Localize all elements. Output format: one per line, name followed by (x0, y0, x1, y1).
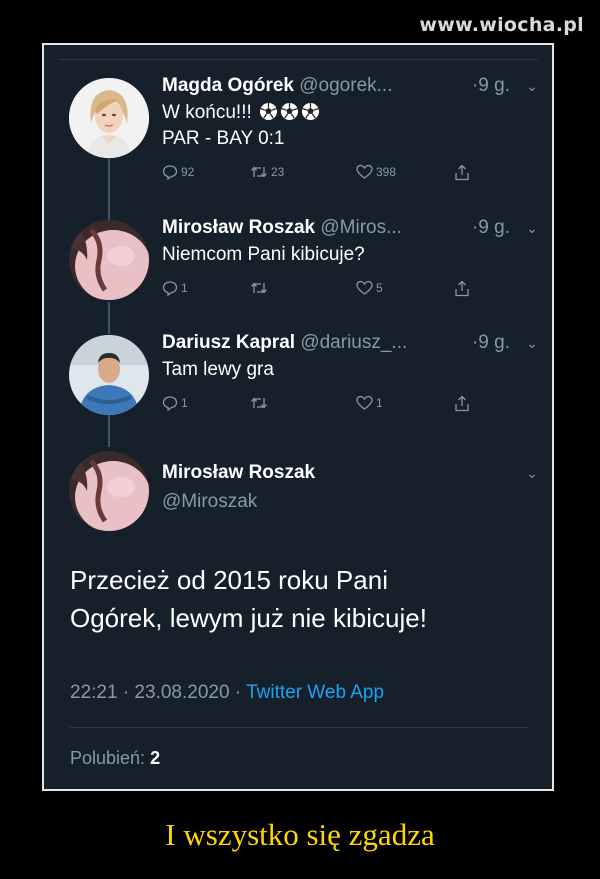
thread-line (108, 158, 110, 222)
soccer-ball-icon (280, 102, 299, 121)
thread-line (108, 413, 110, 447)
chevron-down-icon[interactable]: ⌄ (526, 331, 538, 355)
tweet-text-line: PAR - BAY 0:1 (162, 128, 285, 149)
like-count: 1 (376, 396, 383, 410)
reply-icon (162, 396, 178, 411)
retweet-button[interactable] (250, 280, 271, 296)
author-handle[interactable]: @Miroszak (162, 491, 257, 512)
main-tweet-text: Przecież od 2015 roku Pani Ogórek, lewym… (70, 561, 532, 637)
author-handle-row: @Miroszak (162, 490, 538, 514)
chevron-down-icon[interactable]: ⌄ (526, 461, 538, 485)
author-name[interactable]: Mirosław Roszak (162, 217, 315, 238)
tweet-time[interactable]: ·9 g. (472, 331, 510, 355)
retweet-button[interactable] (250, 395, 271, 411)
share-button[interactable] (454, 395, 470, 412)
avatar[interactable] (69, 78, 149, 158)
tweet-actions: 1 5 (162, 280, 538, 302)
avatar[interactable] (69, 220, 149, 300)
like-icon (356, 395, 373, 410)
chevron-down-icon[interactable]: ⌄ (526, 74, 538, 98)
avatar[interactable] (69, 335, 149, 415)
reply-count: 92 (181, 165, 195, 179)
tweet-text: W końcu!!! PAR - BAY 0:1 (162, 100, 538, 152)
source-app-link[interactable]: Twitter Web App (246, 682, 384, 703)
retweet-count: 23 (271, 165, 285, 179)
share-icon (455, 280, 469, 297)
reply-button[interactable]: 92 (162, 164, 194, 180)
retweet-button[interactable]: 23 (250, 164, 284, 180)
author-name[interactable]: Mirosław Roszak (162, 462, 315, 483)
reply-count: 1 (181, 281, 188, 295)
like-icon (356, 164, 373, 179)
timestamp[interactable]: 22:21 · 23.08.2020 · (70, 682, 246, 703)
tweet-time[interactable]: ·9 g. (472, 74, 510, 98)
avatar[interactable] (69, 451, 149, 531)
tweet-text-line: Ogórek, lewym już nie kibicuje! (70, 603, 427, 633)
tweet-text: Niemcom Pani kibicuje? (162, 244, 365, 265)
author-name[interactable]: Dariusz Kapral (162, 332, 295, 353)
likes-summary[interactable]: Polubień: 2 (70, 748, 160, 769)
tweet-header: Magda Ogórek @ogorek... ·9 g. ⌄ (162, 74, 538, 98)
share-icon (455, 395, 469, 412)
reply-count: 1 (181, 396, 188, 410)
author-handle[interactable]: @dariusz_... (300, 332, 407, 353)
likes-count: 2 (150, 748, 161, 768)
tweet-text-line: Przecież od 2015 roku Pani (70, 565, 388, 595)
retweet-icon (251, 397, 267, 409)
like-icon (356, 280, 373, 295)
tweet-thread-screenshot: Magda Ogórek @ogorek... ·9 g. ⌄ W końcu!… (42, 43, 554, 791)
retweet-icon (251, 282, 267, 294)
like-count: 398 (376, 165, 397, 179)
tweet-time[interactable]: ·9 g. (472, 216, 510, 240)
reply-icon (162, 281, 178, 296)
author-name[interactable]: Magda Ogórek (162, 75, 294, 96)
tweet-actions: 92 23 398 (162, 164, 538, 186)
like-button[interactable]: 1 (356, 395, 383, 411)
divider (58, 59, 538, 60)
watermark: www.wiocha.pl (419, 14, 584, 36)
soccer-ball-icon (301, 102, 320, 121)
like-count: 5 (376, 281, 383, 295)
tweet-header: Mirosław Roszak ⌄ (162, 461, 538, 485)
reply-button[interactable]: 1 (162, 395, 188, 411)
thread-line (108, 302, 110, 334)
likes-label: Polubień: (70, 748, 146, 768)
soccer-ball-icon (259, 102, 278, 121)
author-handle[interactable]: @Miros... (320, 217, 402, 238)
tweet-actions: 1 1 (162, 395, 538, 417)
share-icon (455, 164, 469, 181)
like-button[interactable]: 398 (356, 164, 396, 180)
chevron-down-icon[interactable]: ⌄ (526, 216, 538, 240)
retweet-icon (251, 166, 267, 178)
share-button[interactable] (454, 164, 470, 181)
author-handle[interactable]: @ogorek... (299, 75, 392, 96)
reply-icon (162, 165, 178, 180)
tweet-text-line: W końcu!!! (162, 102, 252, 123)
tweet-text: Tam lewy gra (162, 359, 274, 380)
tweet-header: Dariusz Kapral @dariusz_... ·9 g. ⌄ (162, 331, 538, 355)
share-button[interactable] (454, 280, 470, 297)
like-button[interactable]: 5 (356, 280, 383, 296)
tweet-header: Mirosław Roszak @Miros... ·9 g. ⌄ (162, 216, 538, 240)
divider (70, 727, 528, 728)
caption: I wszystko się zgadza (165, 817, 435, 852)
reply-button[interactable]: 1 (162, 280, 188, 296)
tweet-meta: 22:21 · 23.08.2020 · Twitter Web App (70, 682, 384, 704)
